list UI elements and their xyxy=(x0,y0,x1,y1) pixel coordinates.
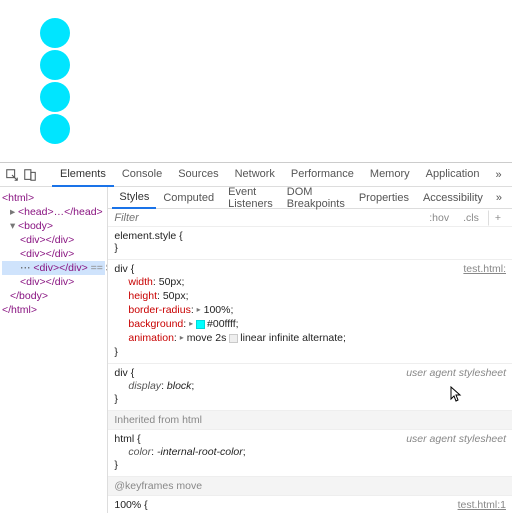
styles-subtabs: Styles Computed Event Listeners DOM Brea… xyxy=(108,187,512,209)
expand-icon: ▸ xyxy=(189,319,193,328)
dom-node: ▸<head>…</head> xyxy=(2,205,105,219)
styles-filter-input[interactable] xyxy=(114,212,424,224)
inherited-from-label: Inherited from html xyxy=(108,411,512,430)
rule-element-style[interactable]: element.style { } xyxy=(108,227,512,260)
dom-node: <html> xyxy=(2,191,105,205)
devtools-panel: Elements Console Sources Network Perform… xyxy=(0,162,512,513)
animated-circle xyxy=(40,50,70,80)
dom-node-selected: ⋯ <div></div> == $0 xyxy=(2,261,105,275)
hov-toggle[interactable]: :hov xyxy=(424,210,454,226)
page-viewport xyxy=(0,0,512,162)
dom-node: <div></div> xyxy=(2,233,105,247)
css-rules: element.style { } test.html: div { width… xyxy=(108,227,512,513)
dom-node: ▾<body> xyxy=(2,219,105,233)
source-link: test.html:1 xyxy=(458,499,506,511)
color-swatch-icon xyxy=(196,320,205,329)
dom-node: </body> xyxy=(2,289,105,303)
keyframes-header: @keyframes move xyxy=(108,477,512,496)
rule-div[interactable]: test.html: div { width: 50px; height: 50… xyxy=(108,260,512,364)
new-rule-button[interactable]: + xyxy=(488,210,506,226)
device-toggle-icon[interactable] xyxy=(22,166,38,184)
tab-sources[interactable]: Sources xyxy=(170,163,226,187)
subtab-styles[interactable]: Styles xyxy=(112,187,156,209)
tab-application[interactable]: Application xyxy=(418,163,488,187)
tabs-overflow-icon[interactable]: » xyxy=(489,169,507,181)
easing-swatch-icon xyxy=(229,334,238,343)
styles-pane: Styles Computed Event Listeners DOM Brea… xyxy=(108,187,512,513)
dom-node: <div></div> xyxy=(2,247,105,261)
expand-icon: ▸ xyxy=(180,334,184,343)
tab-elements[interactable]: Elements xyxy=(52,163,114,187)
rule-keyframe[interactable]: test.html:1 100% { transform: translate(… xyxy=(108,496,512,513)
cls-toggle[interactable]: .cls xyxy=(458,210,484,226)
animated-circle xyxy=(40,82,70,112)
dom-node: <div></div> xyxy=(2,275,105,289)
inspect-icon[interactable] xyxy=(4,166,20,184)
expand-icon: ▸ xyxy=(197,305,201,314)
source-label: user agent stylesheet xyxy=(406,367,506,379)
subtabs-overflow-icon[interactable]: » xyxy=(490,192,508,204)
source-link: test.html: xyxy=(463,263,506,275)
subtab-accessibility[interactable]: Accessibility xyxy=(416,188,490,208)
subtab-computed[interactable]: Computed xyxy=(156,188,221,208)
animated-circle xyxy=(40,18,70,48)
dom-node: </html> xyxy=(2,303,105,317)
animated-circle xyxy=(40,114,70,144)
rule-ua-div: user agent stylesheet div { display: blo… xyxy=(108,364,512,411)
tab-console[interactable]: Console xyxy=(114,163,170,187)
styles-filter-row: :hov .cls + xyxy=(108,209,512,227)
source-label: user agent stylesheet xyxy=(406,433,506,445)
tab-memory[interactable]: Memory xyxy=(362,163,418,187)
subtab-properties[interactable]: Properties xyxy=(352,188,416,208)
dom-tree[interactable]: <html> ▸<head>…</head> ▾<body> <div></di… xyxy=(0,187,108,513)
rule-ua-html: user agent stylesheet html { color: -int… xyxy=(108,430,512,477)
